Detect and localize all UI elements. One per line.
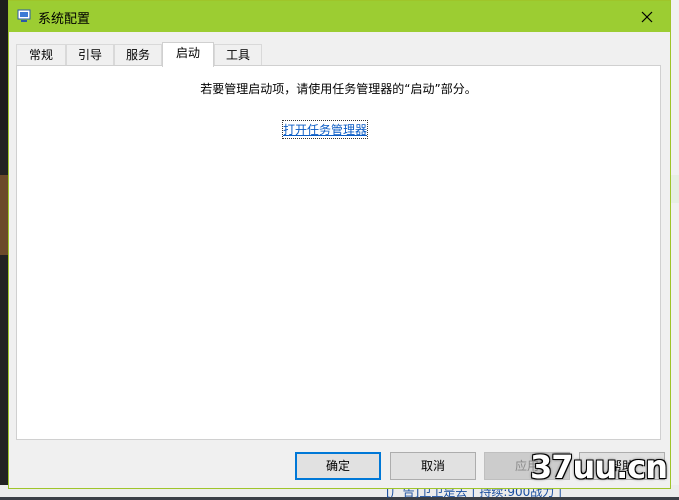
window-title: 系统配置 — [38, 12, 91, 27]
tab-tools[interactable]: 工具 — [214, 44, 262, 66]
system-config-icon — [17, 8, 31, 22]
background-strip-brown — [0, 175, 8, 255]
tab-services[interactable]: 服务 — [114, 44, 162, 66]
tab-bar: 常规 引导 服务 启动 工具 — [16, 42, 656, 67]
site-watermark: 37uu.cn — [530, 448, 668, 486]
cancel-button[interactable]: 取消 — [390, 452, 476, 480]
system-config-window: 系统配置 常规 引导 服务 启动 工具 若要管理启动项，请使用任务管理器的“启动… — [8, 0, 671, 489]
background-strip-dark — [0, 0, 8, 130]
title-bar[interactable]: 系统配置 — [9, 1, 670, 32]
close-button[interactable] — [624, 1, 670, 32]
startup-panel: 若要管理启动项，请使用任务管理器的“启动”部分。 打开任务管理器 — [16, 65, 661, 440]
startup-message: 若要管理启动项，请使用任务管理器的“启动”部分。 — [200, 82, 477, 96]
background-desktop-left — [0, 0, 8, 497]
ok-button[interactable]: 确定 — [295, 452, 381, 480]
close-icon — [641, 11, 653, 22]
tab-startup[interactable]: 启动 — [162, 42, 214, 67]
open-task-manager-link[interactable]: 打开任务管理器 — [281, 120, 369, 139]
tab-general[interactable]: 常规 — [16, 44, 66, 66]
tab-boot[interactable]: 引导 — [66, 44, 114, 66]
